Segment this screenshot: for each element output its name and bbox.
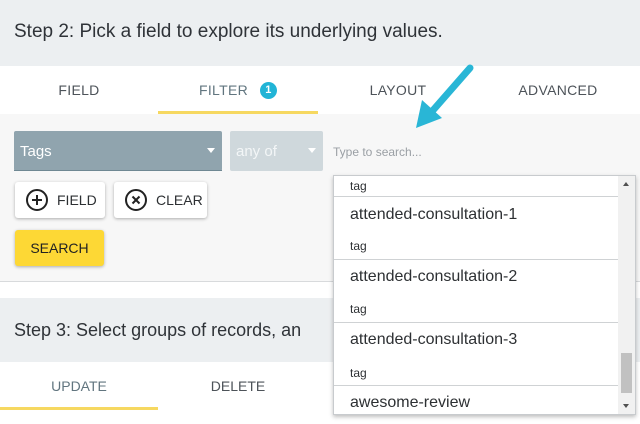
tab-advanced-label: ADVANCED [518, 82, 598, 98]
list-item-name: attended-consultation-2 [350, 268, 518, 285]
add-field-label: FIELD [57, 192, 97, 208]
field-select-underline [14, 170, 222, 171]
step3-title: Step 3: Select groups of records, an [14, 320, 302, 340]
search-button[interactable]: SEARCH [15, 230, 104, 266]
step2-header: Step 2: Pick a field to explore its unde… [0, 0, 640, 66]
tab-filter[interactable]: FILTER 1 [158, 66, 318, 114]
field-select-value: Tags [20, 142, 52, 160]
value-search-input[interactable] [333, 140, 633, 164]
list-item-name: attended-consultation-1 [350, 206, 518, 223]
search-label: SEARCH [30, 240, 89, 256]
list-item[interactable]: attended-consultation-2 tag [334, 260, 618, 323]
tab-layout-label: LAYOUT [369, 82, 427, 98]
tab-field[interactable]: FIELD [0, 66, 158, 114]
clear-label: CLEAR [156, 192, 203, 208]
tab-update[interactable]: UPDATE [0, 362, 158, 410]
tab-delete-label: DELETE [210, 378, 266, 394]
clear-button[interactable]: CLEAR [114, 182, 207, 218]
list-item[interactable]: awesome-review [334, 386, 618, 414]
list-item-type: tag [350, 179, 367, 193]
list-item-name: awesome-review [350, 394, 471, 411]
caret-down-icon [308, 148, 316, 153]
tab-delete[interactable]: DELETE [158, 362, 318, 410]
list-item[interactable]: tag [334, 176, 618, 197]
field-select[interactable]: Tags [14, 131, 222, 171]
tab-advanced[interactable]: ADVANCED [478, 66, 638, 114]
list-item[interactable]: attended-consultation-3 tag [334, 323, 618, 386]
operator-select-value: any of [236, 142, 277, 160]
value-dropdown: tag attended-consultation-1 tag attended… [333, 175, 636, 415]
list-item[interactable]: attended-consultation-1 tag [334, 197, 618, 260]
add-field-button[interactable]: FIELD [15, 182, 105, 218]
filter-count-badge: 1 [260, 81, 277, 99]
tab-layout[interactable]: LAYOUT [318, 66, 478, 114]
tab-update-label: UPDATE [51, 378, 107, 394]
list-item-name: attended-consultation-3 [350, 331, 518, 348]
scroll-up-icon[interactable] [623, 182, 629, 186]
query-builder-page: Step 2: Pick a field to explore its unde… [0, 0, 640, 424]
scroll-down-icon[interactable] [623, 404, 629, 408]
scrollbar-thumb[interactable] [621, 353, 632, 393]
step2-title: Step 2: Pick a field to explore its unde… [14, 21, 443, 42]
list-item-type: tag [350, 366, 367, 380]
tab-filter-label: FILTER [199, 82, 248, 98]
dropdown-scrollbar[interactable] [618, 176, 635, 414]
active-tab-indicator [0, 407, 158, 410]
list-item-type: tag [350, 302, 367, 316]
operator-select[interactable]: any of [230, 131, 323, 171]
plus-circle-icon [25, 188, 49, 212]
tab-field-label: FIELD [58, 82, 100, 98]
caret-down-icon [207, 148, 215, 153]
close-circle-icon [124, 188, 148, 212]
step2-tabs: FIELD FILTER 1 LAYOUT ADVANCED [0, 66, 640, 114]
list-item-type: tag [350, 239, 367, 253]
